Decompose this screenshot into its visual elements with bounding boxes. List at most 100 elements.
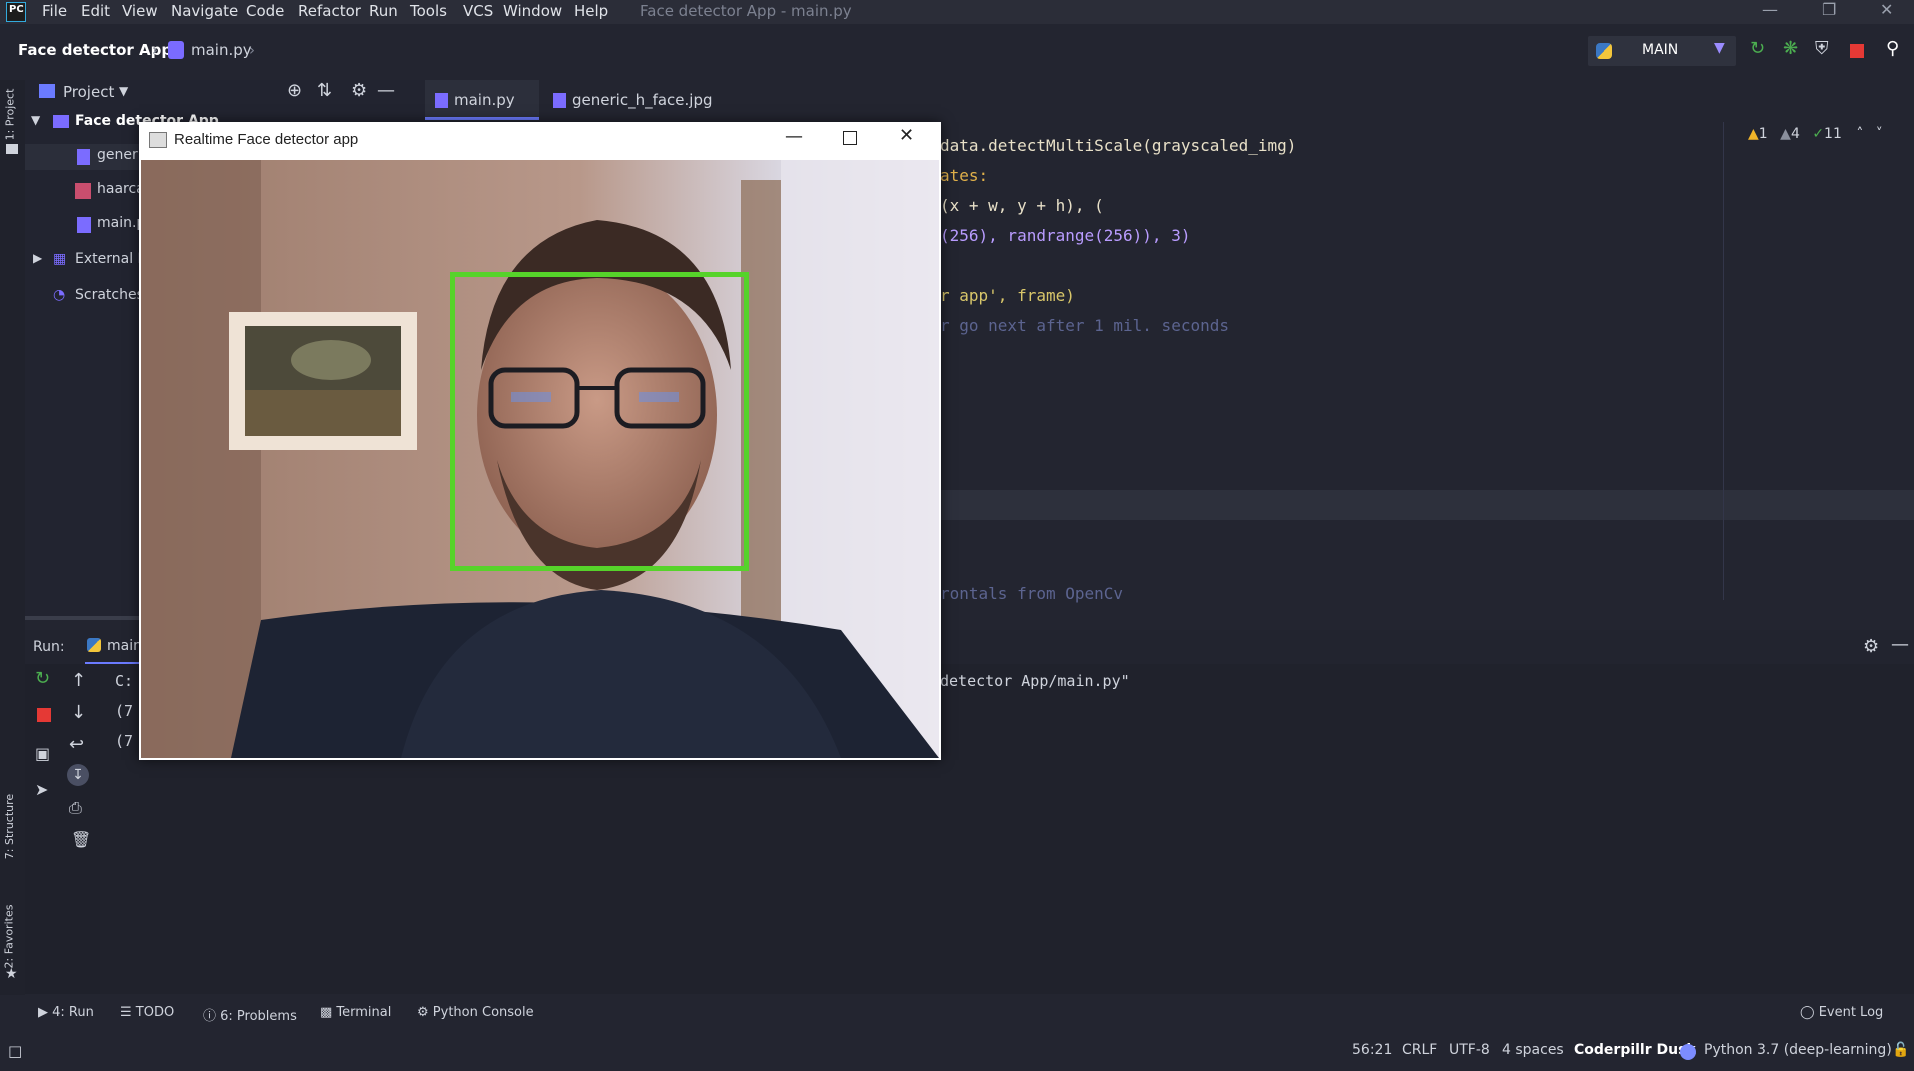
menu-vcs[interactable]: VCS — [463, 2, 493, 20]
folder-icon — [53, 115, 69, 128]
search-icon[interactable]: ⚲ — [1886, 38, 1899, 59]
tab-label: main.py — [454, 91, 515, 109]
breadcrumb-project[interactable]: Face detector App — [18, 41, 172, 59]
caret-position[interactable]: 56:21 — [1352, 1042, 1392, 1058]
project-view-title[interactable]: Project — [63, 83, 114, 101]
indent-setting[interactable]: 4 spaces — [1502, 1042, 1564, 1058]
tab-generic-face-jpg[interactable]: generic_h_face.jpg ✕ — [543, 80, 733, 149]
gear-icon[interactable]: ⚙ — [351, 80, 367, 101]
stop-icon[interactable] — [37, 708, 51, 722]
layout-icon[interactable]: ▣ — [35, 744, 50, 763]
project-tool-label: 1: Project — [3, 88, 17, 141]
project-tool-tab[interactable]: 1: Project — [2, 86, 22, 144]
code-line: ates: — [940, 166, 989, 185]
folder-icon — [6, 144, 18, 154]
hide-panel-icon[interactable]: — — [1891, 634, 1909, 655]
file-encoding[interactable]: UTF-8 — [1449, 1042, 1490, 1058]
detected-face-box — [450, 272, 749, 571]
minimize-icon[interactable]: — — [785, 126, 803, 147]
collapse-all-icon[interactable]: ⇅ — [317, 80, 332, 101]
window-title: Face detector App - main.py — [640, 2, 852, 20]
console-line: (7 — [115, 702, 134, 720]
chevron-up-icon[interactable]: ˄ — [1856, 126, 1863, 142]
rerun-icon[interactable]: ↻ — [35, 668, 50, 689]
event-log-button[interactable]: ◯ Event Log — [1800, 1005, 1883, 1020]
menu-run[interactable]: Run — [369, 2, 398, 20]
trash-icon[interactable]: 🗑 — [71, 830, 91, 849]
toggle-tool-windows-icon[interactable]: □ — [8, 1042, 22, 1060]
minimize-icon[interactable]: — — [1762, 0, 1778, 19]
info-icon: ⓘ — [203, 1009, 221, 1024]
code-line: (256), randrange(256)), 3) — [940, 226, 1191, 245]
close-icon[interactable]: ✕ — [899, 125, 914, 146]
play-icon: ▶ — [38, 1005, 53, 1020]
line-separator[interactable]: CRLF — [1402, 1042, 1437, 1058]
scroll-to-end-icon[interactable]: ↧ — [67, 764, 89, 786]
breadcrumb-file[interactable]: main.py — [191, 41, 252, 59]
code-line: (x + w, y + h), ( — [940, 196, 1104, 215]
image-file-icon — [553, 93, 566, 108]
coverage-shield-icon[interactable]: ⛨ — [1815, 38, 1829, 59]
code-line: rontals from OpenCv — [940, 584, 1124, 603]
menu-navigate[interactable]: Navigate — [171, 2, 238, 20]
menu-file[interactable]: File — [42, 2, 67, 20]
editor-tabs: main.py ✕ generic_h_face.jpg ✕ — [425, 80, 1914, 149]
image-file-icon — [77, 149, 90, 165]
menu-edit[interactable]: Edit — [81, 2, 110, 20]
menu-window[interactable]: Window — [503, 2, 562, 20]
rerun-icon[interactable]: ↻ — [1750, 38, 1765, 59]
hide-panel-icon[interactable]: — — [377, 80, 395, 101]
python-file-icon — [168, 41, 184, 59]
menu-code[interactable]: Code — [246, 2, 284, 20]
locate-target-icon[interactable]: ⊕ — [287, 80, 302, 101]
console-line: (7 — [115, 732, 134, 750]
print-icon[interactable]: ⎙ — [69, 798, 82, 818]
chevron-down-icon: ▼ — [1714, 40, 1725, 56]
tab-terminal[interactable]: ▩ Terminal — [320, 1005, 391, 1020]
python-console-icon: ⚙ — [417, 1005, 433, 1020]
menu-view[interactable]: View — [122, 2, 158, 20]
pin-icon[interactable]: ➤ — [35, 780, 48, 799]
restore-icon[interactable]: ❐ — [1822, 0, 1836, 19]
soft-wrap-icon[interactable]: ↩ — [69, 734, 84, 755]
tab-run[interactable]: ▶ 4: Run — [38, 1005, 94, 1020]
xml-file-icon — [75, 183, 91, 199]
tab-problems[interactable]: ⓘ 6: Problems — [203, 1005, 297, 1024]
warning-icon: ▲ — [1748, 126, 1759, 142]
console-command: detector App/main.py" — [940, 672, 1130, 690]
maximize-icon[interactable] — [843, 131, 857, 145]
run-config-label: MAIN — [1642, 42, 1679, 58]
close-icon[interactable]: ✕ — [1880, 0, 1893, 19]
navigation-bar: Face detector App › main.py › MAIN ▼ ↻ ❋… — [0, 24, 1914, 80]
chevron-down-icon[interactable]: ˅ — [1876, 126, 1883, 142]
favorites-tool-label: 2: Favorites — [2, 904, 16, 969]
menu-tools[interactable]: Tools — [410, 2, 447, 20]
face-detector-window[interactable]: Realtime Face detector app — ✕ — [139, 122, 941, 760]
chevron-down-icon[interactable]: ▼ — [119, 84, 128, 98]
tab-main-py[interactable]: main.py ✕ — [425, 80, 539, 149]
structure-tool-tab[interactable]: 7: Structure — [2, 780, 22, 870]
arrow-up-icon[interactable]: ↑ — [71, 670, 86, 691]
left-tool-strip: 1: Project 7: Structure 2: Favorites ★ — [0, 80, 25, 1000]
debug-bug-icon[interactable]: ❋ — [1783, 38, 1798, 59]
inspection-widget[interactable]: ▲1 ▲4 ✓11 ˄ ˅ — [1748, 126, 1883, 142]
python-interpreter[interactable]: Python 3.7 (deep-learning) — [1704, 1042, 1892, 1058]
stop-icon[interactable] — [1850, 44, 1864, 58]
pycharm-logo-icon: PC — [6, 2, 26, 22]
lock-icon[interactable]: 🔓 — [1892, 1042, 1909, 1058]
chevron-right-icon: ▶ — [33, 251, 43, 265]
tab-todo[interactable]: ☰ TODO — [120, 1005, 174, 1020]
webcam-feed — [141, 160, 939, 758]
menu-help[interactable]: Help — [574, 2, 608, 20]
run-configuration-select[interactable]: MAIN ▼ — [1588, 36, 1736, 66]
warning-count: 1 — [1758, 126, 1768, 142]
tab-python-console[interactable]: ⚙ Python Console — [417, 1005, 534, 1020]
chevron-right-icon: › — [249, 41, 255, 59]
weak-warning-count: 4 — [1790, 126, 1800, 142]
gear-icon[interactable]: ⚙ — [1863, 636, 1879, 657]
run-tab-label: main — [107, 638, 142, 654]
status-bar: □ 56:21 CRLF UTF-8 4 spaces Coderpillr D… — [0, 1033, 1914, 1071]
menu-refactor[interactable]: Refactor — [298, 2, 361, 20]
terminal-icon: ▩ — [320, 1005, 337, 1020]
arrow-down-icon[interactable]: ↓ — [71, 702, 86, 723]
